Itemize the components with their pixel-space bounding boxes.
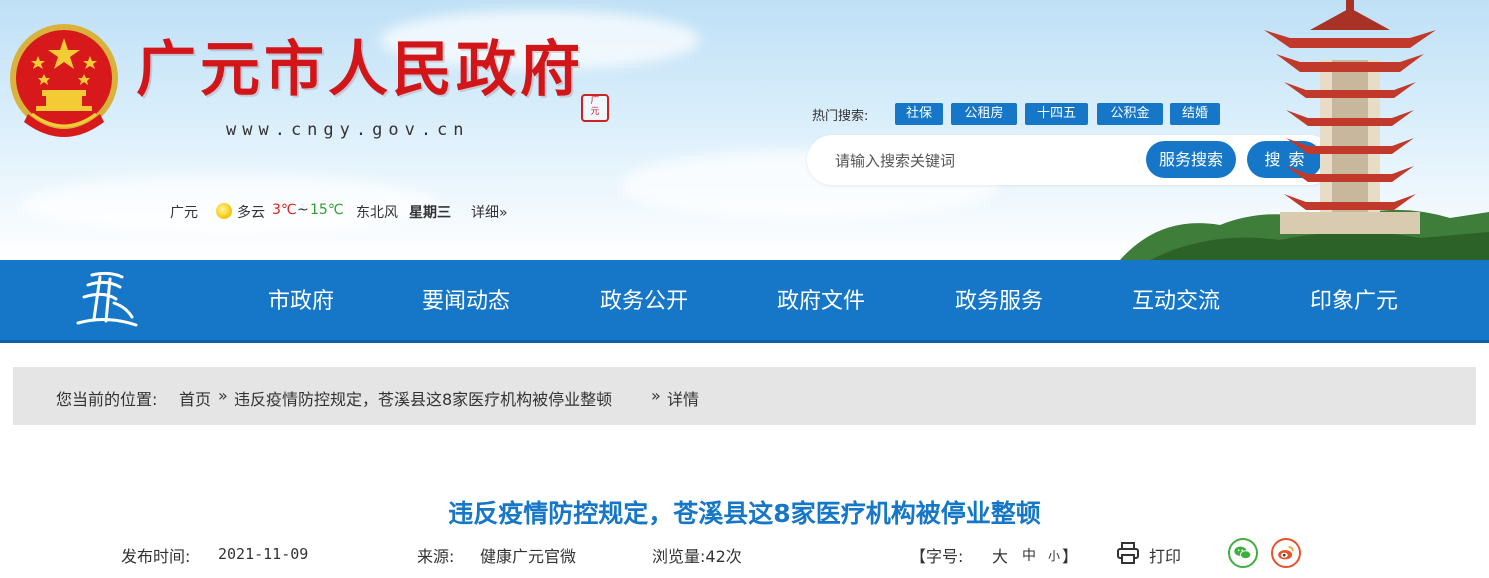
weibo-share-icon[interactable]	[1271, 538, 1301, 568]
view-count: 浏览量:42次	[652, 547, 742, 566]
printer-icon[interactable]	[1116, 542, 1140, 564]
search-input[interactable]	[833, 148, 1137, 174]
breadcrumb: 您当前的位置: 首页 » 违反疫情防控规定，苍溪县这8家医疗机构被停业整顿 » …	[13, 367, 1476, 425]
article-title: 违反疫情防控规定，苍溪县这8家医疗机构被停业整顿	[448, 499, 1041, 528]
weather-temp-separator: ~	[297, 202, 309, 218]
font-size-medium-button[interactable]: 中	[1022, 545, 1036, 565]
nav-item-news[interactable]: 要闻动态	[422, 283, 510, 315]
weather-city: 广元	[170, 205, 198, 221]
breadcrumb-separator: »	[651, 386, 661, 405]
nav-item-city-government[interactable]: 市政府	[268, 283, 334, 315]
breadcrumb-article-link[interactable]: 违反疫情防控规定，苍溪县这8家医疗机构被停业整顿	[234, 386, 612, 410]
sun-icon	[216, 203, 232, 219]
font-size-label-close: 】	[1062, 547, 1079, 566]
nav-item-government-documents[interactable]: 政府文件	[777, 283, 865, 315]
weather-weekday: 星期三	[409, 205, 451, 221]
breadcrumb-current: 详情	[667, 390, 700, 409]
nav-item-impression-guangyuan[interactable]: 印象广元	[1310, 283, 1398, 315]
weather-low-temp: 3℃	[272, 202, 297, 218]
publish-date: 2021-11-09	[218, 545, 309, 563]
main-nav	[0, 260, 1489, 343]
source-label: 来源:	[417, 547, 455, 566]
hot-tag-public-rental[interactable]: 公租房	[951, 103, 1017, 125]
weather-high-temp: 15℃	[310, 202, 344, 218]
font-size-large-button[interactable]: 大	[992, 543, 1008, 567]
wechat-share-icon[interactable]	[1228, 538, 1258, 568]
weather-detail-link[interactable]: 详细»	[471, 202, 508, 222]
print-link[interactable]: 打印	[1149, 543, 1181, 567]
site-title: 广元市人民政府	[136, 35, 584, 105]
hot-tag-14th-five-year[interactable]: 十四五	[1025, 103, 1088, 125]
site-header: 广元市人民政府 广元 www.cngy.gov.cn 热门搜索: 社保 公租房 …	[0, 0, 1489, 260]
breadcrumb-prefix: 您当前的位置:	[56, 390, 158, 409]
weather-condition: 多云	[237, 205, 265, 221]
breadcrumb-home-link[interactable]: 首页	[179, 386, 211, 410]
nav-item-interaction[interactable]: 互动交流	[1132, 283, 1220, 315]
pagoda-tower-image	[1120, 0, 1489, 260]
city-logo-icon	[76, 271, 138, 327]
source-name: 健康广元官微	[480, 547, 577, 566]
hot-tag-social-security[interactable]: 社保	[895, 103, 943, 125]
breadcrumb-separator: »	[218, 386, 228, 405]
nav-item-government-affairs[interactable]: 政务公开	[600, 283, 688, 315]
seal-stamp: 广元	[581, 94, 609, 122]
weather-wind: 东北风	[356, 205, 398, 221]
publish-time-label: 发布时间:	[121, 547, 191, 566]
nav-item-government-services[interactable]: 政务服务	[955, 283, 1043, 315]
font-size-small-button[interactable]: 小	[1048, 547, 1060, 564]
font-size-label: 【字号:	[910, 547, 964, 566]
site-url: www.cngy.gov.cn	[226, 120, 470, 140]
national-emblem-icon	[10, 24, 118, 137]
hot-search-label: 热门搜索:	[812, 109, 869, 124]
